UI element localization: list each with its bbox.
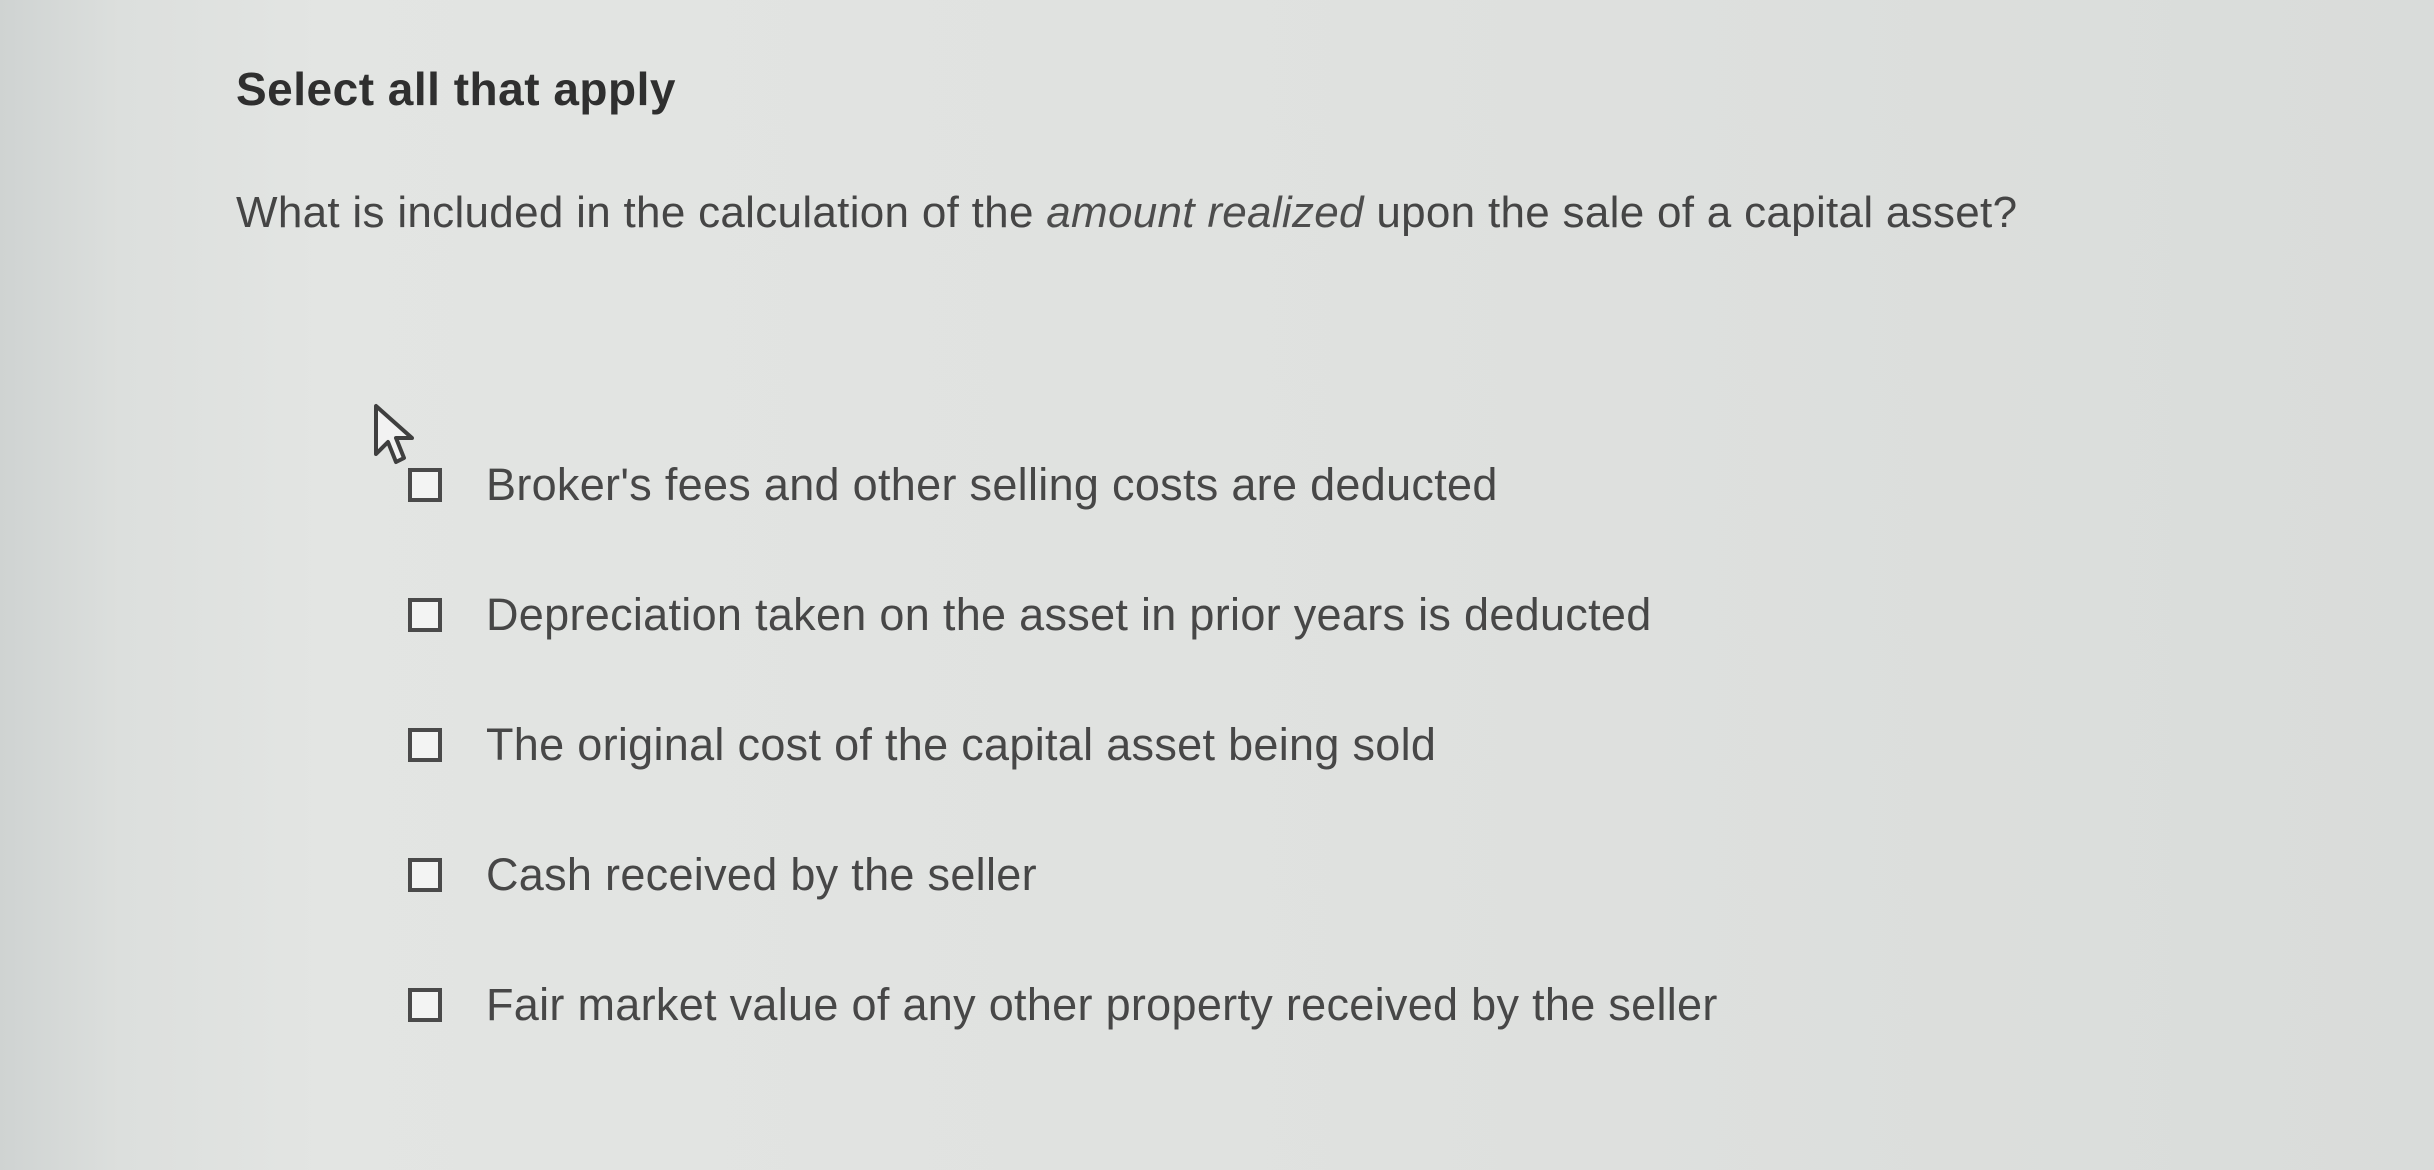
answer-checkbox-5[interactable] bbox=[408, 988, 442, 1022]
answer-checkbox-2[interactable] bbox=[408, 598, 442, 632]
answer-option-2[interactable]: Depreciation taken on the asset in prior… bbox=[408, 580, 2108, 650]
answer-option-4[interactable]: Cash received by the seller bbox=[408, 840, 2108, 910]
answer-label-4[interactable]: Cash received by the seller bbox=[486, 849, 1037, 901]
answer-checkbox-1[interactable] bbox=[408, 468, 442, 502]
answer-checkbox-3[interactable] bbox=[408, 728, 442, 762]
answer-checkbox-4[interactable] bbox=[408, 858, 442, 892]
answer-options-list: Broker's fees and other selling costs ar… bbox=[408, 450, 2108, 1100]
question-text: What is included in the calculation of t… bbox=[236, 188, 2017, 238]
question-text-end: upon the sale of a capital asset? bbox=[1363, 188, 2018, 237]
answer-label-1[interactable]: Broker's fees and other selling costs ar… bbox=[486, 459, 1498, 511]
quiz-screen: Select all that apply What is included i… bbox=[0, 0, 2434, 1170]
answer-option-5[interactable]: Fair market value of any other property … bbox=[408, 970, 2108, 1040]
mouse-pointer-arrow-icon bbox=[374, 404, 414, 464]
answer-option-1[interactable]: Broker's fees and other selling costs ar… bbox=[408, 450, 2108, 520]
answer-option-3[interactable]: The original cost of the capital asset b… bbox=[408, 710, 2108, 780]
instruction-heading: Select all that apply bbox=[236, 63, 676, 115]
answer-label-2[interactable]: Depreciation taken on the asset in prior… bbox=[486, 589, 1652, 641]
answer-label-5[interactable]: Fair market value of any other property … bbox=[486, 979, 1718, 1031]
question-text-start: What is included in the calculation of t… bbox=[236, 188, 1047, 237]
question-emphasis: amount realized bbox=[1046, 188, 1364, 237]
answer-label-3[interactable]: The original cost of the capital asset b… bbox=[486, 719, 1436, 771]
